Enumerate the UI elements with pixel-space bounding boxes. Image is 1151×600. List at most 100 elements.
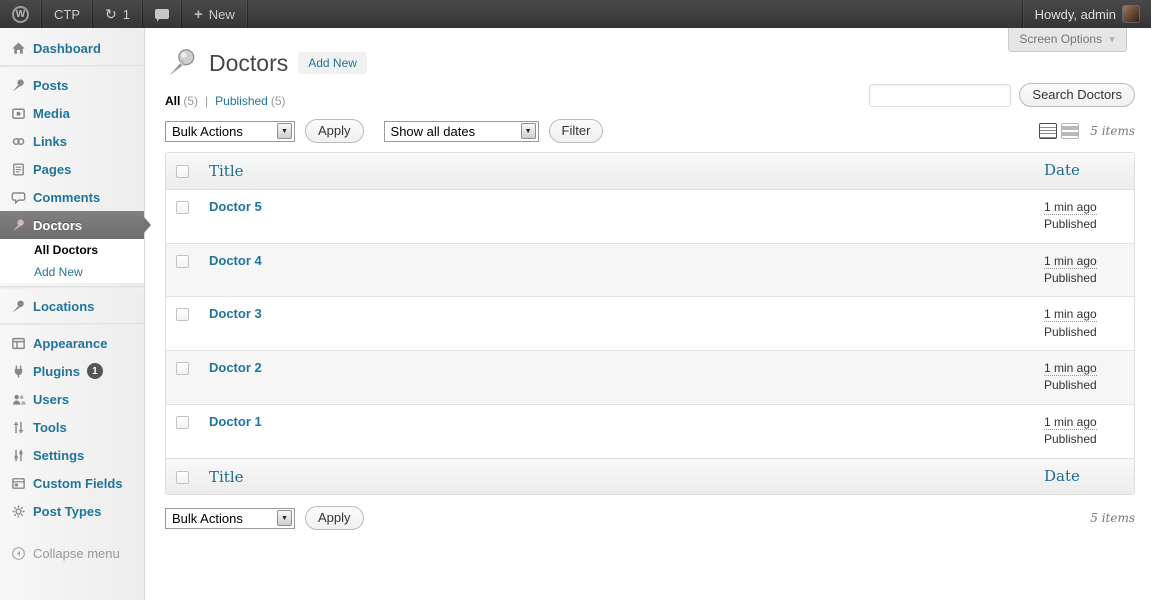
- sidebar-item-label: Collapse menu: [33, 546, 120, 561]
- appearance-icon: [10, 335, 26, 351]
- search-input[interactable]: [869, 84, 1011, 107]
- home-icon: [10, 40, 26, 56]
- comments-menu[interactable]: [143, 0, 182, 28]
- site-name-label: CTP: [54, 7, 80, 22]
- relative-date: 1 min ago: [1044, 361, 1097, 376]
- updates-icon: ↻: [105, 7, 117, 21]
- sidebar-item-label: Pages: [33, 162, 71, 177]
- tools-icon: [10, 419, 26, 435]
- sidebar-item-label: Plugins: [33, 364, 80, 379]
- sidebar-item-label: Appearance: [33, 336, 107, 351]
- sidebar-item[interactable]: Post Types: [0, 497, 144, 525]
- screen-options-tab[interactable]: Screen Options ▼: [1008, 28, 1127, 52]
- filter-button[interactable]: Filter: [549, 119, 604, 143]
- bulk-actions-value: Bulk Actions: [172, 124, 243, 139]
- bulk-actions-select[interactable]: Bulk Actions ▼: [165, 508, 295, 529]
- status-view-link[interactable]: Published(5): [215, 94, 285, 108]
- row-checkbox[interactable]: [176, 201, 189, 214]
- dates-filter-select[interactable]: Show all dates ▼: [384, 121, 539, 142]
- sidebar-item-label: Locations: [33, 299, 94, 314]
- doctors-list-table: Title Date Doctor 5 1 min ago Published …: [165, 152, 1135, 495]
- table-row: Doctor 2 1 min ago Published: [166, 350, 1134, 404]
- plugin-icon: [10, 363, 26, 379]
- search-doctors-button[interactable]: Search Doctors: [1019, 83, 1135, 107]
- account-menu[interactable]: Howdy, admin: [1022, 0, 1151, 28]
- column-date-header[interactable]: Date: [1044, 467, 1080, 485]
- sidebar-item[interactable]: Add New: [0, 261, 144, 283]
- relative-date: 1 min ago: [1044, 415, 1097, 430]
- select-all-checkbox[interactable]: [176, 471, 189, 484]
- sidebar-item[interactable]: Locations: [0, 292, 144, 320]
- add-new-button[interactable]: Add New: [298, 52, 367, 74]
- post-title-link[interactable]: Doctor 5: [209, 199, 262, 214]
- post-title-link[interactable]: Doctor 4: [209, 253, 262, 268]
- column-date-header[interactable]: Date: [1044, 161, 1080, 179]
- select-all-checkbox[interactable]: [176, 165, 189, 178]
- settings-icon: [10, 447, 26, 463]
- sidebar-item[interactable]: Appearance: [0, 329, 144, 357]
- sidebar-item-label: Post Types: [33, 504, 101, 519]
- table-header: Title Date: [166, 153, 1134, 190]
- page-title: Doctors: [209, 50, 288, 77]
- sidebar-item[interactable]: All Doctors: [0, 239, 144, 261]
- sidebar-item[interactable]: Doctors: [0, 211, 144, 239]
- items-count: 5 items: [1090, 124, 1135, 138]
- apply-button[interactable]: Apply: [305, 506, 364, 530]
- table-row: Doctor 5 1 min ago Published: [166, 190, 1134, 243]
- sidebar-item[interactable]: Users: [0, 385, 144, 413]
- row-checkbox[interactable]: [176, 416, 189, 429]
- sidebar-item[interactable]: Tools: [0, 413, 144, 441]
- sidebar-item[interactable]: Comments: [0, 183, 144, 211]
- sidebar-item-label: Users: [33, 392, 69, 407]
- new-content-menu[interactable]: + New: [182, 0, 248, 28]
- status-view-item: Published(5) |: [215, 94, 285, 108]
- sidebar-item[interactable]: Dashboard: [0, 34, 144, 62]
- sidebar-item[interactable]: Media: [0, 99, 144, 127]
- post-title-link[interactable]: Doctor 3: [209, 306, 262, 321]
- excerpt-view-icon[interactable]: [1061, 123, 1079, 139]
- menu-separator: [0, 65, 144, 68]
- updates-menu[interactable]: ↻ 1: [93, 0, 143, 28]
- column-title-header[interactable]: Title: [209, 468, 244, 486]
- new-label: New: [209, 7, 235, 22]
- bulk-actions-select[interactable]: Bulk Actions ▼: [165, 121, 295, 142]
- sidebar-item[interactable]: Posts: [0, 71, 144, 99]
- column-title-header[interactable]: Title: [209, 162, 244, 180]
- pushpin-icon: [10, 77, 26, 93]
- plus-icon: +: [194, 7, 203, 22]
- sidebar-item[interactable]: Collapse menu: [0, 539, 144, 567]
- post-title-link[interactable]: Doctor 1: [209, 414, 262, 429]
- update-count-badge: 1: [87, 363, 103, 379]
- menu-separator: [0, 323, 144, 326]
- row-checkbox[interactable]: [176, 255, 189, 268]
- sidebar-item[interactable]: Custom Fields: [0, 469, 144, 497]
- sidebar-item[interactable]: Settings: [0, 441, 144, 469]
- sidebar-item-label: Doctors: [33, 218, 82, 233]
- list-view-icon[interactable]: [1039, 123, 1057, 139]
- status-view-link[interactable]: All(5): [165, 94, 198, 108]
- wordpress-logo-icon: W: [12, 6, 29, 23]
- users-icon: [10, 391, 26, 407]
- post-status: Published: [1044, 378, 1097, 392]
- update-count: 1: [123, 7, 130, 22]
- sidebar-item[interactable]: Plugins 1: [0, 357, 144, 385]
- screen-options-label: Screen Options: [1019, 32, 1102, 46]
- table-row: Doctor 1 1 min ago Published: [166, 404, 1134, 458]
- relative-date: 1 min ago: [1044, 254, 1097, 269]
- select-arrow-icon: ▼: [277, 123, 292, 139]
- sidebar-item[interactable]: Pages: [0, 155, 144, 183]
- sidebar-item[interactable]: Links: [0, 127, 144, 155]
- custom-fields-icon: [10, 475, 26, 491]
- post-status: Published: [1044, 325, 1097, 339]
- post-status: Published: [1044, 217, 1097, 231]
- media-icon: [10, 105, 26, 121]
- comment-icon: [10, 189, 26, 205]
- apply-button[interactable]: Apply: [305, 119, 364, 143]
- row-checkbox[interactable]: [176, 362, 189, 375]
- site-name-menu[interactable]: CTP: [42, 0, 93, 28]
- row-checkbox[interactable]: [176, 308, 189, 321]
- wp-logo-menu[interactable]: W: [0, 0, 42, 28]
- sidebar-item-label: Custom Fields: [33, 476, 123, 491]
- select-arrow-icon: ▼: [521, 123, 536, 139]
- post-title-link[interactable]: Doctor 2: [209, 360, 262, 375]
